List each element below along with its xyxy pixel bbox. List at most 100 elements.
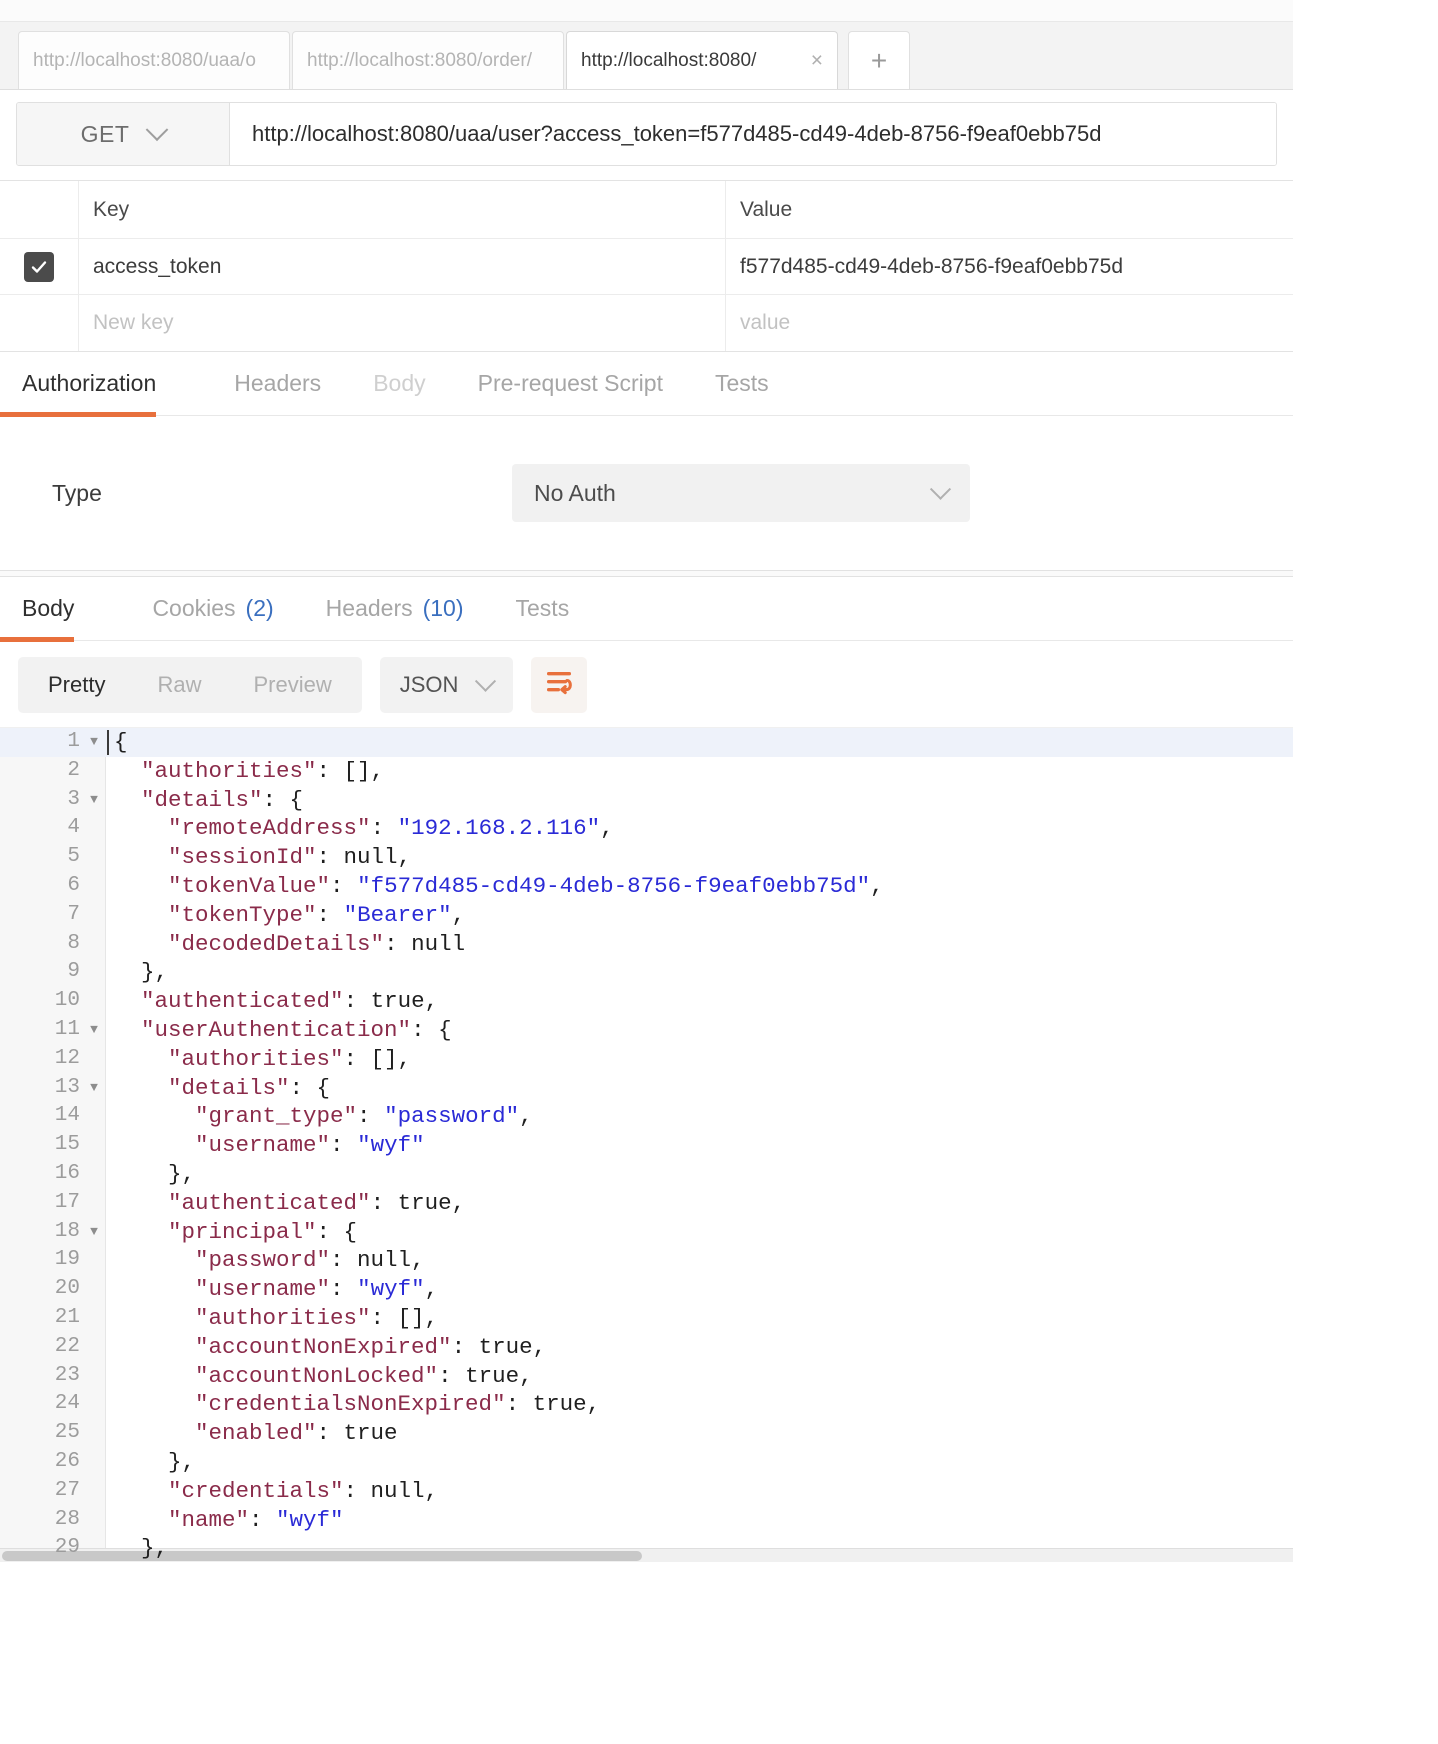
code-line-text: "enabled": true — [106, 1419, 1293, 1448]
line-number: 4 — [0, 814, 82, 843]
code-line-text: "sessionId": null, — [106, 843, 1293, 872]
row-checkbox-cell[interactable] — [0, 239, 78, 294]
view-mode-raw[interactable]: Raw — [131, 661, 227, 709]
response-tab-cookies-count: (2) — [246, 595, 274, 622]
fold-toggle-icon[interactable]: ▼ — [82, 728, 106, 757]
column-header-key: Key — [78, 181, 726, 238]
code-line-text: "accountNonLocked": true, — [106, 1362, 1293, 1391]
line-number: 19 — [0, 1246, 82, 1275]
code-line: 15 "username": "wyf" — [0, 1131, 1293, 1160]
line-number: 3 — [0, 786, 82, 815]
postman-window: http://localhost:8080/uaa/o http://local… — [0, 0, 1438, 1744]
auth-type-select[interactable]: No Auth — [512, 464, 970, 522]
url-bar-section: GET http://localhost:8080/uaa/user?acces… — [0, 90, 1293, 181]
view-mode-preview[interactable]: Preview — [227, 661, 357, 709]
line-number: 12 — [0, 1045, 82, 1074]
code-line: 25 "enabled": true — [0, 1419, 1293, 1448]
url-bar: GET http://localhost:8080/uaa/user?acces… — [16, 102, 1277, 166]
code-line: 5 "sessionId": null, — [0, 843, 1293, 872]
code-line: 19 "password": null, — [0, 1246, 1293, 1275]
code-line-text: "password": null, — [106, 1246, 1293, 1275]
header-check-cell — [0, 181, 78, 238]
column-header-value: Value — [726, 181, 1293, 238]
response-tab-body[interactable]: Body — [22, 577, 100, 641]
fold-toggle-icon[interactable]: ▼ — [82, 1074, 106, 1103]
response-format-select[interactable]: JSON — [380, 657, 514, 713]
code-line: 27 "credentials": null, — [0, 1477, 1293, 1506]
code-line: 28 "name": "wyf" — [0, 1506, 1293, 1535]
line-number: 7 — [0, 901, 82, 930]
code-line: 17 "authenticated": true, — [0, 1189, 1293, 1218]
auth-type-label: Type — [0, 480, 512, 507]
view-mode-pretty[interactable]: Pretty — [22, 661, 131, 709]
code-line-text: "authorities": [], — [106, 1304, 1293, 1333]
response-tab-body-label: Body — [22, 595, 74, 622]
chevron-down-icon — [475, 670, 496, 691]
param-key-cell[interactable]: access_token — [78, 239, 726, 294]
param-value-cell[interactable]: f577d485-cd49-4deb-8756-f9eaf0ebb75d — [726, 239, 1293, 294]
response-tab-cookies[interactable]: Cookies (2) — [126, 577, 299, 641]
line-number: 23 — [0, 1362, 82, 1391]
code-line: 7 "tokenType": "Bearer", — [0, 901, 1293, 930]
new-key-input[interactable]: New key — [78, 295, 726, 351]
code-line-text: "tokenValue": "f577d485-cd49-4deb-8756-f… — [106, 872, 1293, 901]
chevron-down-icon — [146, 118, 169, 141]
code-line: 29 }, — [0, 1534, 1293, 1562]
response-tab-tests[interactable]: Tests — [490, 577, 596, 641]
right-empty-area — [1293, 0, 1438, 1744]
code-line: 20 "username": "wyf", — [0, 1275, 1293, 1304]
code-line: 14 "grant_type": "password", — [0, 1102, 1293, 1131]
request-tab-3[interactable]: http://localhost:8080/ × — [566, 31, 838, 89]
line-number: 21 — [0, 1304, 82, 1333]
response-format-toolbar: Pretty Raw Preview JSON — [0, 641, 1293, 727]
close-icon[interactable]: × — [811, 50, 823, 71]
code-line: 16 }, — [0, 1160, 1293, 1189]
code-line-text: "remoteAddress": "192.168.2.116", — [106, 814, 1293, 843]
line-number: 6 — [0, 872, 82, 901]
request-tab-2-label: http://localhost:8080/order/ — [307, 50, 549, 72]
code-line: 21 "authorities": [], — [0, 1304, 1293, 1333]
word-wrap-button[interactable] — [531, 657, 587, 713]
code-line-text: "authorities": [], — [106, 757, 1293, 786]
fold-toggle-icon[interactable]: ▼ — [82, 1016, 106, 1045]
line-number: 29 — [0, 1534, 82, 1562]
tab-authorization[interactable]: Authorization — [22, 352, 182, 416]
tab-pre-request-script[interactable]: Pre-request Script — [452, 352, 689, 416]
code-line-text: { — [106, 728, 1293, 757]
tab-headers[interactable]: Headers — [208, 352, 347, 416]
code-line: 4 "remoteAddress": "192.168.2.116", — [0, 814, 1293, 843]
line-number: 2 — [0, 757, 82, 786]
request-tab-3-label: http://localhost:8080/ — [581, 50, 803, 72]
code-line-text: "accountNonExpired": true, — [106, 1333, 1293, 1362]
code-line-text: }, — [106, 1534, 1293, 1562]
tab-body[interactable]: Body — [347, 352, 451, 416]
request-tab-1[interactable]: http://localhost:8080/uaa/o — [18, 31, 290, 89]
tab-authorization-label: Authorization — [22, 370, 156, 397]
code-line: 6 "tokenValue": "f577d485-cd49-4deb-8756… — [0, 872, 1293, 901]
table-row-new: New key value — [0, 295, 1293, 351]
url-input[interactable]: http://localhost:8080/uaa/user?access_to… — [230, 103, 1276, 165]
http-method-select[interactable]: GET — [17, 103, 230, 165]
code-line: 12 "authorities": [], — [0, 1045, 1293, 1074]
response-tab-headers-count: (10) — [423, 595, 464, 622]
table-row: access_token f577d485-cd49-4deb-8756-f9e… — [0, 239, 1293, 295]
new-tab-button[interactable]: + — [848, 31, 910, 89]
fold-toggle-icon[interactable]: ▼ — [82, 1218, 106, 1247]
code-line-text: "tokenType": "Bearer", — [106, 901, 1293, 930]
line-number: 8 — [0, 930, 82, 959]
response-body-viewer[interactable]: 1▼{2 "authorities": [],3▼ "details": {4 … — [0, 727, 1293, 1562]
chevron-down-icon — [930, 478, 951, 499]
line-number: 9 — [0, 958, 82, 987]
response-tab-headers[interactable]: Headers (10) — [300, 577, 490, 641]
line-number: 5 — [0, 843, 82, 872]
request-tab-2[interactable]: http://localhost:8080/order/ — [292, 31, 564, 89]
param-enabled-checkbox[interactable] — [24, 252, 54, 282]
fold-toggle-icon[interactable]: ▼ — [82, 786, 106, 815]
code-line-text: }, — [106, 1448, 1293, 1477]
tab-pre-request-script-label: Pre-request Script — [478, 370, 663, 397]
code-line: 11▼ "userAuthentication": { — [0, 1016, 1293, 1045]
code-line: 13▼ "details": { — [0, 1074, 1293, 1103]
line-number: 15 — [0, 1131, 82, 1160]
new-value-input[interactable]: value — [726, 295, 1293, 351]
tab-tests[interactable]: Tests — [689, 352, 795, 416]
